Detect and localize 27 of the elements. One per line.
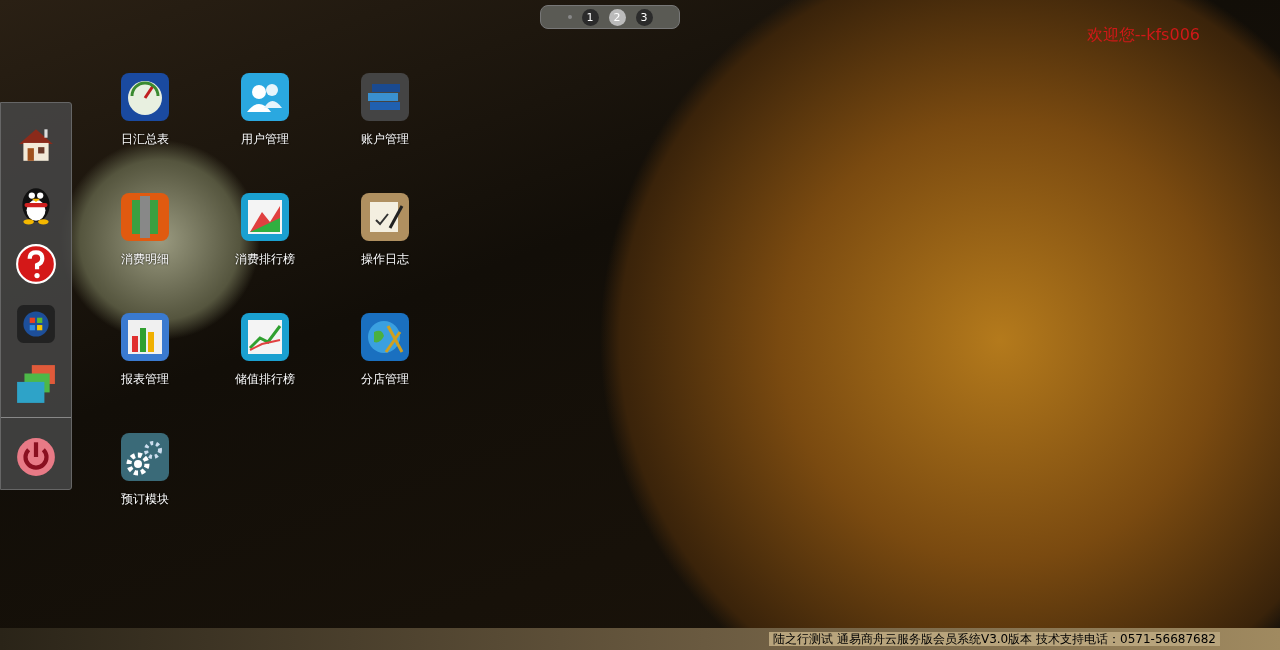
people-icon — [240, 72, 290, 122]
app-shortcut[interactable]: 账户管理 — [325, 72, 445, 162]
page-button[interactable]: 1 — [581, 8, 599, 26]
windows-stack-icon[interactable] — [15, 363, 57, 405]
power-icon[interactable] — [15, 436, 57, 478]
gauge-icon — [120, 72, 170, 122]
windows-logo-icon[interactable] — [15, 303, 57, 345]
app-shortcut[interactable]: 用户管理 — [205, 72, 325, 162]
page-button[interactable]: 3 — [635, 8, 653, 26]
app-shortcut[interactable]: 消费排行榜 — [205, 192, 325, 282]
app-shortcut[interactable]: 操作日志 — [325, 192, 445, 282]
document-pen-icon — [360, 192, 410, 242]
dot-icon — [567, 15, 572, 19]
bar-chart-icon — [240, 192, 290, 242]
app-shortcut[interactable]: 预订模块 — [85, 432, 205, 522]
help-icon[interactable] — [15, 243, 57, 285]
gear-icon — [120, 432, 170, 482]
app-shortcut[interactable]: 分店管理 — [325, 312, 445, 402]
bar-chart-icon — [120, 312, 170, 362]
footer-text: 陆之行测试 通易商舟云服务版会员系统V3.0版本 技术支持电话：0571-56687682 — [769, 632, 1220, 646]
app-shortcut[interactable]: 储值排行榜 — [205, 312, 325, 402]
welcome-text: 欢迎您--kfs006 — [1086, 24, 1200, 46]
app-shortcut[interactable]: 消费明细 — [85, 192, 205, 282]
app-shortcut[interactable]: 报表管理 — [85, 312, 205, 402]
app-shortcut[interactable]: 日汇总表 — [85, 72, 205, 162]
line-chart-icon — [240, 312, 290, 362]
books-icon — [360, 72, 410, 122]
